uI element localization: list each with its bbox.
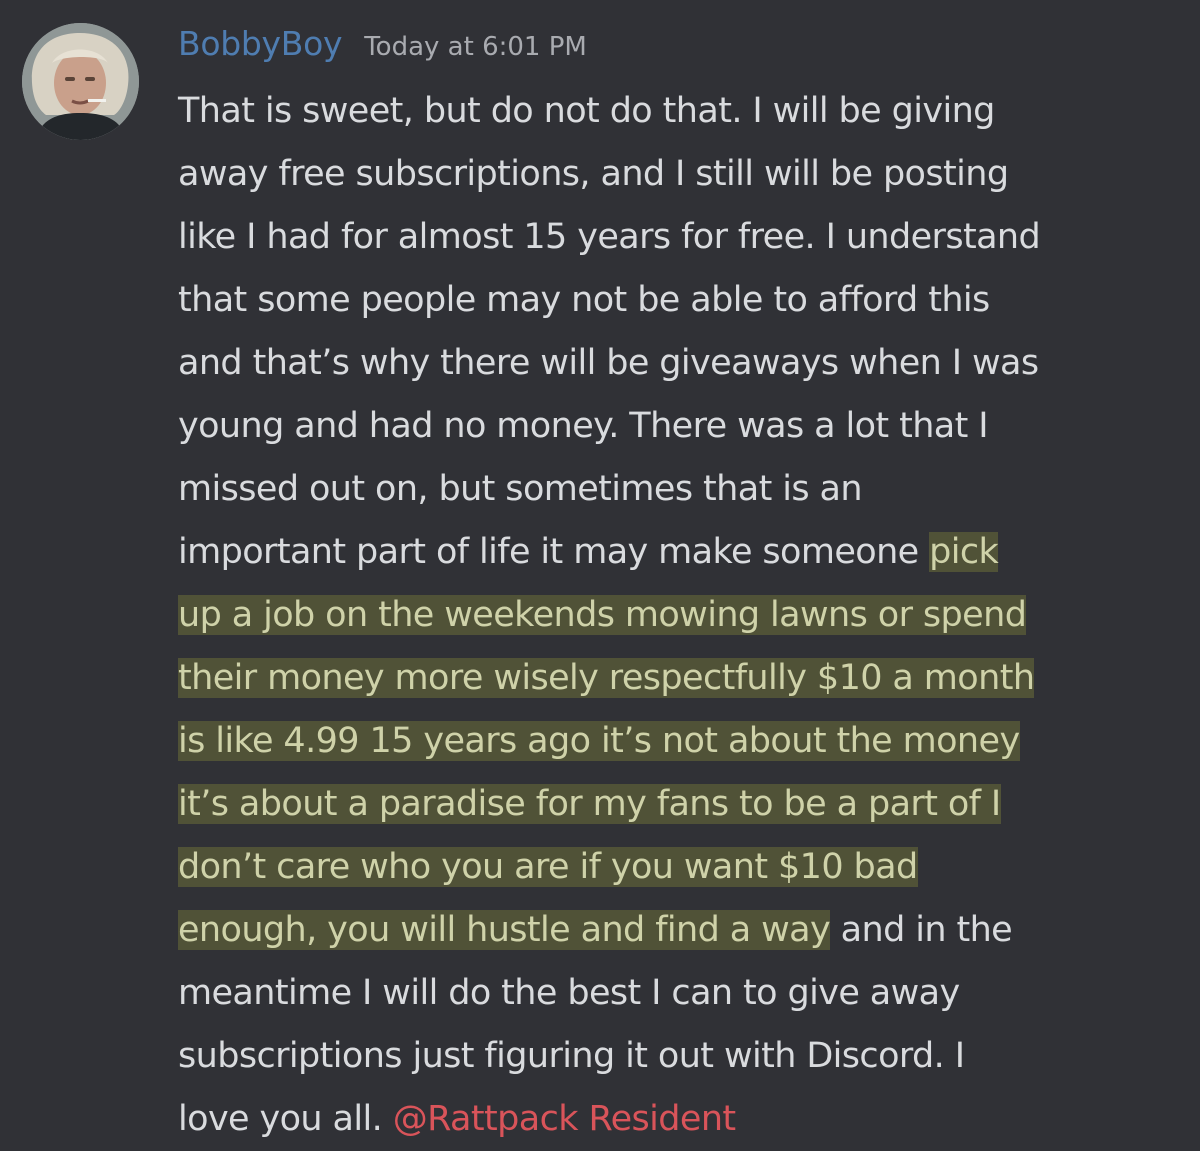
highlighted-text: up a job on the weekends mowing lawns or… bbox=[178, 595, 1027, 635]
user-avatar[interactable] bbox=[22, 23, 139, 140]
message-line: missed out on, but sometimes that is an bbox=[178, 469, 863, 509]
highlighted-text: it’s about a paradise for my fans to be … bbox=[178, 784, 1001, 824]
message-line-text: love you all. bbox=[178, 1099, 393, 1139]
message-line-text: and in the bbox=[830, 910, 1013, 950]
highlighted-text: is like 4.99 15 years ago it’s not about… bbox=[178, 721, 1020, 761]
message-line: subscriptions just figuring it out with … bbox=[178, 1036, 965, 1076]
message-line: meantime I will do the best I can to giv… bbox=[178, 973, 960, 1013]
avatar-photo-icon bbox=[22, 23, 139, 140]
highlighted-text: pick bbox=[929, 532, 999, 572]
message-header: BobbyBoy Today at 6:01 PM bbox=[178, 24, 587, 63]
message-line-highlighted: don’t care who you are if you want $10 b… bbox=[178, 836, 1196, 899]
message-line: young and had no money. There was a lot … bbox=[178, 406, 989, 446]
message-line: love you all. @Rattpack Resident bbox=[178, 1088, 1196, 1151]
message-line-highlighted: their money more wisely respectfully $10… bbox=[178, 647, 1196, 710]
highlighted-text: enough, you will hustle and find a way bbox=[178, 910, 831, 950]
message-timestamp: Today at 6:01 PM bbox=[364, 32, 587, 62]
message-line-highlighted: up a job on the weekends mowing lawns or… bbox=[178, 584, 1196, 647]
highlighted-text: don’t care who you are if you want $10 b… bbox=[178, 847, 918, 887]
message-line: that some people may not be able to affo… bbox=[178, 280, 990, 320]
message-content: That is sweet, but do not do that. I wil… bbox=[178, 80, 1196, 1151]
screenshot-frame: BobbyBoy Today at 6:01 PM That is sweet, … bbox=[0, 0, 1200, 1151]
highlighted-text: their money more wisely respectfully $10… bbox=[178, 658, 1035, 698]
message-line: away free subscriptions, and I still wil… bbox=[178, 154, 1009, 194]
message-line-highlighted: it’s about a paradise for my fans to be … bbox=[178, 773, 1196, 836]
message-line: That is sweet, but do not do that. I wil… bbox=[178, 91, 995, 131]
message-line: and that’s why there will be giveaways w… bbox=[178, 343, 1039, 383]
message-line: enough, you will hustle and find a way a… bbox=[178, 899, 1196, 962]
message-line: like I had for almost 15 years for free.… bbox=[178, 217, 1041, 257]
message-line: important part of life it may make someo… bbox=[178, 521, 1196, 584]
chat-message: BobbyBoy Today at 6:01 PM That is sweet, … bbox=[0, 0, 1200, 1151]
user-mention[interactable]: @Rattpack Resident bbox=[393, 1099, 736, 1139]
message-line-text: important part of life it may make someo… bbox=[178, 532, 930, 572]
username[interactable]: BobbyBoy bbox=[178, 24, 343, 63]
message-line-highlighted: is like 4.99 15 years ago it’s not about… bbox=[178, 710, 1196, 773]
